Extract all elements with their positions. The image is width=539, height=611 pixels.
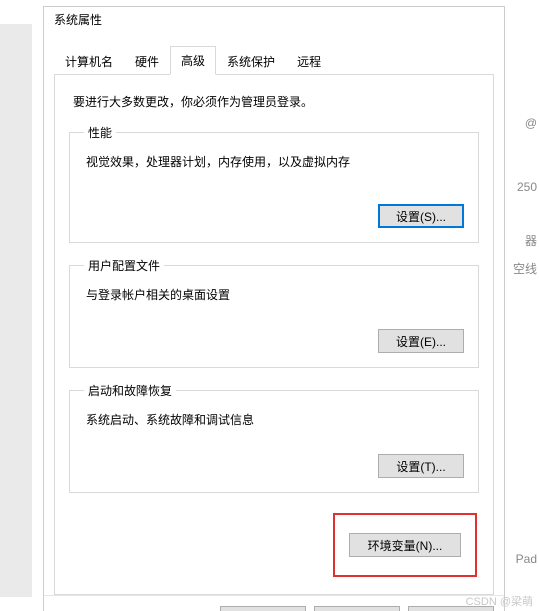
- ok-button[interactable]: 确定: [220, 606, 306, 611]
- bg-num: 250: [517, 180, 537, 194]
- tabs-wrap: 计算机名 硬件 高级 系统保护 远程 要进行大多数更改，你必须作为管理员登录。 …: [44, 33, 504, 595]
- startup-recovery-settings-button[interactable]: 设置(T)...: [378, 454, 464, 478]
- bg-at: @: [525, 116, 537, 130]
- group-user-profiles-legend: 用户配置文件: [84, 257, 164, 274]
- tab-system-protection[interactable]: 系统保护: [216, 47, 286, 75]
- tab-remote[interactable]: 远程: [286, 47, 332, 75]
- apply-button[interactable]: 应用(A): [408, 606, 494, 611]
- group-startup-recovery-desc: 系统启动、系统故障和调试信息: [86, 411, 464, 428]
- bg-strip: [0, 24, 32, 597]
- dialog-button-row: 确定 取消 应用(A): [44, 595, 504, 611]
- cancel-button[interactable]: 取消: [314, 606, 400, 611]
- tabs: 计算机名 硬件 高级 系统保护 远程: [54, 45, 494, 75]
- tab-hardware[interactable]: 硬件: [124, 47, 170, 75]
- tab-advanced[interactable]: 高级: [170, 46, 216, 75]
- env-row: 环境变量(N)...: [69, 513, 479, 577]
- system-properties-dialog: 系统属性 计算机名 硬件 高级 系统保护 远程 要进行大多数更改，你必须作为管理…: [43, 6, 505, 611]
- group-user-profiles: 用户配置文件 与登录帐户相关的桌面设置 设置(E)...: [69, 257, 479, 368]
- group-performance: 性能 视觉效果，处理器计划，内存使用，以及虚拟内存 设置(S)...: [69, 124, 479, 243]
- group-performance-desc: 视觉效果，处理器计划，内存使用，以及虚拟内存: [86, 153, 464, 170]
- tab-computer-name[interactable]: 计算机名: [54, 47, 124, 75]
- env-highlight: 环境变量(N)...: [333, 513, 477, 577]
- dialog-title: 系统属性: [44, 7, 504, 33]
- performance-settings-button[interactable]: 设置(S)...: [378, 204, 464, 228]
- group-startup-recovery: 启动和故障恢复 系统启动、系统故障和调试信息 设置(T)...: [69, 382, 479, 493]
- group-startup-recovery-legend: 启动和故障恢复: [84, 382, 176, 399]
- app-stage: @ 250 器 空线 Pad 系统属性 计算机名 硬件 高级 系统保护 远程 要…: [0, 0, 539, 611]
- admin-note: 要进行大多数更改，你必须作为管理员登录。: [73, 93, 479, 110]
- bg-char1: 器: [525, 232, 537, 249]
- bg-char2: 空线: [513, 260, 537, 277]
- user-profiles-settings-button[interactable]: 设置(E)...: [378, 329, 464, 353]
- group-performance-legend: 性能: [84, 124, 116, 141]
- group-user-profiles-desc: 与登录帐户相关的桌面设置: [86, 286, 464, 303]
- bg-pad: Pad: [516, 552, 537, 566]
- environment-variables-button[interactable]: 环境变量(N)...: [349, 533, 461, 557]
- tab-panel-advanced: 要进行大多数更改，你必须作为管理员登录。 性能 视觉效果，处理器计划，内存使用，…: [54, 75, 494, 595]
